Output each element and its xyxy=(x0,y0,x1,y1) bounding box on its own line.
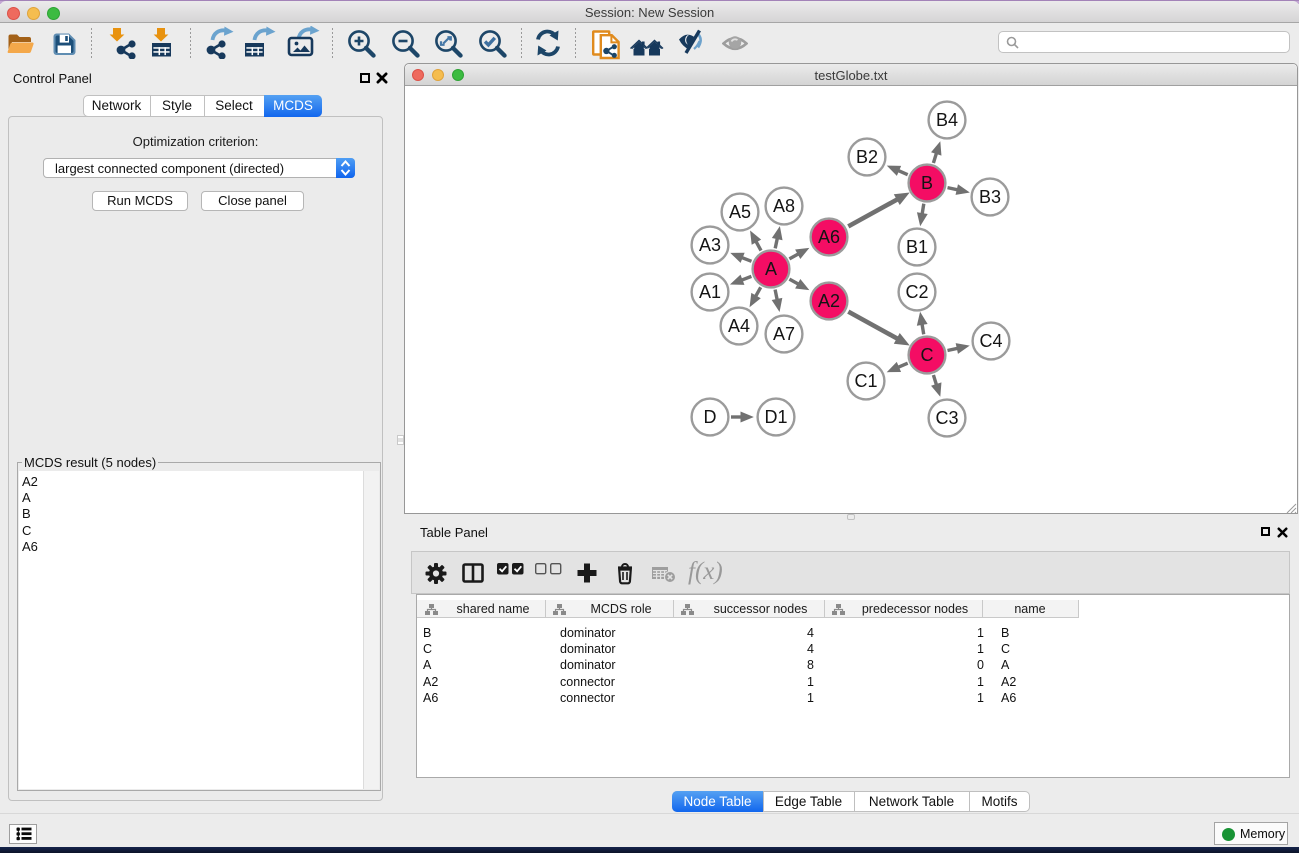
svg-text:B4: B4 xyxy=(936,110,958,130)
svg-text:A7: A7 xyxy=(773,324,795,344)
svg-text:A1: A1 xyxy=(699,282,721,302)
svg-text:C1: C1 xyxy=(854,371,877,391)
svg-text:B3: B3 xyxy=(979,187,1001,207)
svg-text:A: A xyxy=(765,259,777,279)
svg-text:A8: A8 xyxy=(773,196,795,216)
svg-text:A6: A6 xyxy=(818,227,840,247)
svg-text:A3: A3 xyxy=(699,235,721,255)
svg-text:A4: A4 xyxy=(728,316,750,336)
svg-text:C3: C3 xyxy=(935,408,958,428)
svg-text:D1: D1 xyxy=(764,407,787,427)
svg-text:C: C xyxy=(921,345,934,365)
svg-text:A5: A5 xyxy=(729,202,751,222)
svg-text:B1: B1 xyxy=(906,237,928,257)
svg-text:C4: C4 xyxy=(979,331,1002,351)
svg-text:C2: C2 xyxy=(905,282,928,302)
svg-text:B2: B2 xyxy=(856,147,878,167)
svg-text:A2: A2 xyxy=(818,291,840,311)
svg-text:B: B xyxy=(921,173,933,193)
svg-text:D: D xyxy=(704,407,717,427)
